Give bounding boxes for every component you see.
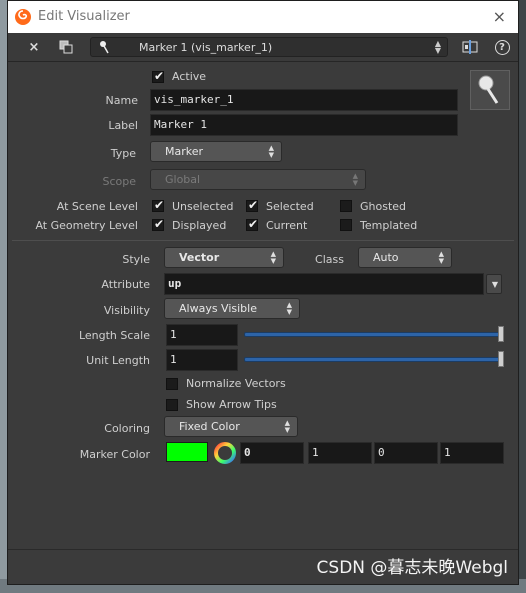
marker-color-g-field[interactable]: 1 [308, 442, 372, 464]
scope-value: Global [165, 173, 201, 186]
marker-color-label: Marker Color [79, 448, 150, 461]
scene-unselected-label: Unselected [172, 200, 234, 213]
class-dropdown[interactable]: Auto ▲ ▼ [358, 247, 452, 268]
show-arrow-tips-label: Show Arrow Tips [186, 398, 277, 411]
style-dropdown[interactable]: Vector ▲ ▼ [164, 247, 284, 268]
checkmark-icon: ✔ [248, 217, 259, 231]
checkmark-icon: ✔ [248, 198, 259, 212]
attribute-field[interactable]: up [164, 273, 484, 295]
window-title: Edit Visualizer [38, 9, 130, 24]
updown-arrows-icon: ▲ ▼ [284, 419, 290, 434]
normalize-vectors-label: Normalize Vectors [186, 377, 286, 390]
marker-color-swatch[interactable] [166, 442, 208, 462]
visualizer-select[interactable]: Marker 1 (vis_marker_1) ▲ ▼ [90, 37, 448, 57]
style-label: Style [122, 253, 150, 266]
updown-arrows-icon: ▲ ▼ [268, 144, 274, 159]
window-close-button[interactable]: × [493, 7, 506, 26]
chevron-down-icon: ▼ [491, 280, 498, 289]
marker-pin-icon [478, 75, 499, 104]
type-value: Marker [165, 145, 204, 158]
active-label: Active [172, 70, 207, 83]
visualizer-layout-button[interactable] [460, 37, 480, 57]
scope-label: Scope [102, 175, 136, 188]
scene-unselected-checkbox[interactable]: ✔ [152, 198, 165, 212]
checkmark-icon: ✔ [154, 217, 165, 231]
houdini-logo-icon [15, 9, 31, 25]
selected-visualizer-label: Marker 1 (vis_marker_1) [139, 41, 273, 54]
type-dropdown[interactable]: Marker ▲ ▼ [150, 141, 282, 162]
style-value: Vector [179, 251, 220, 264]
scene-selected-label: Selected [266, 200, 314, 213]
section-divider [12, 240, 514, 241]
help-button[interactable]: ? [492, 37, 512, 57]
length-scale-label: Length Scale [78, 329, 150, 342]
active-checkbox[interactable]: ✔ [152, 69, 165, 83]
updown-arrows-icon: ▲ ▼ [286, 301, 292, 316]
checkmark-icon: ✔ [154, 69, 165, 83]
updown-arrows-icon: ▲ ▼ [352, 172, 358, 187]
show-arrow-tips-checkbox[interactable]: ✔ [166, 399, 178, 411]
geo-displayed-label: Displayed [172, 219, 227, 232]
visibility-value: Always Visible [179, 302, 257, 315]
unit-length-field[interactable]: 1 [166, 349, 238, 371]
color-wheel-icon[interactable] [214, 442, 236, 464]
length-scale-slider[interactable] [244, 332, 504, 337]
updown-arrows-icon: ▲ ▼ [438, 250, 444, 265]
length-scale-field[interactable]: 1 [166, 324, 238, 346]
geo-current-label: Current [266, 219, 308, 232]
normalize-vectors-checkbox[interactable]: ✔ [166, 378, 178, 390]
class-label: Class [315, 253, 344, 266]
copy-visualizer-button[interactable] [56, 37, 76, 57]
checkmark-icon: ✔ [154, 198, 165, 212]
type-label: Type [110, 147, 136, 160]
dialog-footer: CSDN @暮志未晚Webgl [8, 549, 518, 584]
edit-visualizer-dialog: Edit Visualizer × × Marker 1 (vis_marker… [7, 0, 519, 585]
help-icon: ? [494, 39, 510, 55]
unit-length-label: Unit Length [86, 354, 150, 367]
layout-icon [462, 40, 478, 54]
close-icon: × [28, 39, 40, 55]
unit-length-slider[interactable] [244, 357, 504, 362]
visualizer-parameters-panel: ✔ Active Name vis_marker_1 Label Marker … [8, 62, 518, 584]
name-field[interactable]: vis_marker_1 [150, 89, 458, 111]
label-field[interactable]: Marker 1 [150, 114, 458, 136]
scope-dropdown: Global ▲ ▼ [150, 169, 366, 190]
visibility-dropdown[interactable]: Always Visible ▲ ▼ [164, 298, 300, 319]
visualizer-toolbar: × Marker 1 (vis_marker_1) ▲ ▼ ? [8, 33, 518, 62]
marker-color-a-field[interactable]: 1 [440, 442, 504, 464]
attribute-label: Attribute [101, 278, 150, 291]
unit-length-slider-handle[interactable] [498, 351, 504, 367]
scene-ghosted-label: Ghosted [360, 200, 407, 213]
scene-ghosted-checkbox[interactable]: ✔ [340, 200, 352, 212]
copy-icon [59, 40, 73, 54]
title-bar: Edit Visualizer × [8, 1, 518, 33]
coloring-label: Coloring [104, 422, 150, 435]
attribute-menu-button[interactable]: ▼ [486, 274, 502, 294]
geo-displayed-checkbox[interactable]: ✔ [152, 217, 165, 231]
scene-selected-checkbox[interactable]: ✔ [246, 198, 259, 212]
length-scale-slider-handle[interactable] [498, 326, 504, 342]
delete-visualizer-button[interactable]: × [24, 37, 44, 57]
name-label: Name [105, 94, 138, 107]
marker-color-b-field[interactable]: 0 [374, 442, 438, 464]
coloring-dropdown[interactable]: Fixed Color ▲ ▼ [164, 416, 298, 437]
watermark-text: CSDN @暮志未晚Webgl [316, 558, 508, 578]
geo-templated-label: Templated [360, 219, 418, 232]
marker-color-r-field[interactable]: 0 [240, 442, 304, 464]
marker-pin-icon [100, 41, 109, 54]
updown-arrows-icon: ▲ ▼ [434, 39, 441, 55]
visibility-label: Visibility [103, 304, 150, 317]
updown-arrows-icon: ▲ ▼ [270, 250, 276, 265]
label-label: Label [108, 119, 138, 132]
visualizer-icon-button[interactable] [470, 70, 510, 110]
at-scene-level-label: At Scene Level [56, 200, 138, 213]
class-value: Auto [373, 251, 399, 264]
at-geometry-level-label: At Geometry Level [35, 219, 138, 232]
geo-current-checkbox[interactable]: ✔ [246, 217, 259, 231]
coloring-value: Fixed Color [179, 420, 240, 433]
geo-templated-checkbox[interactable]: ✔ [340, 219, 352, 231]
